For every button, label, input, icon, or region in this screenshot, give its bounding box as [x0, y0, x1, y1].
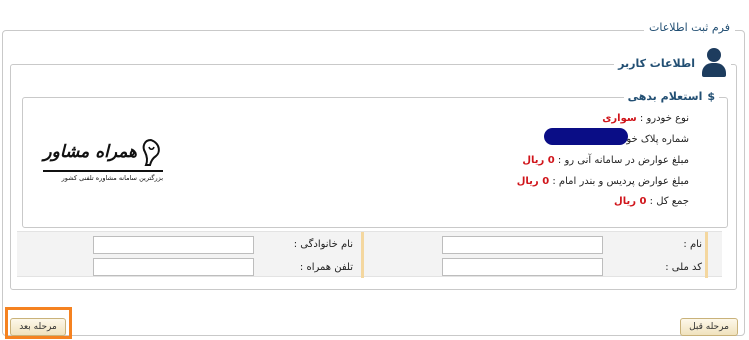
mobile-label: تلفن همراه : [299, 262, 353, 273]
total-row: جمع کل : 0 ریال [614, 196, 689, 207]
column-separator [361, 232, 364, 278]
anirou-toll-row: مبلغ عوارض در سامانه آنی رو : 0 ریال [522, 155, 689, 166]
pardis-toll-label: مبلغ عوارض پردیس و بندر امام : [552, 176, 689, 187]
last-name-label: نام خانوادگی : [293, 239, 353, 250]
total-value: 0 ریال [614, 196, 647, 207]
total-label: جمع کل : [649, 196, 689, 207]
dollar-icon: $ [707, 90, 715, 103]
mobile-input[interactable] [93, 258, 254, 276]
vehicle-type-label: نوع خودرو : [639, 113, 689, 124]
user-info-legend: اطلاعات کاربر [614, 48, 731, 78]
first-name-label: نام : [683, 239, 702, 250]
national-code-input[interactable] [442, 258, 603, 276]
debt-inquiry-legend: استعلام بدهی $ [623, 90, 719, 103]
national-code-label: کد ملی : [665, 262, 702, 273]
previous-step-button[interactable]: مرحله قبل [680, 318, 738, 336]
logo-tagline: بزرگترین سامانه مشاوره تلفنی کشور [43, 170, 163, 182]
last-name-input[interactable] [93, 236, 254, 254]
hamrah-moshaver-logo: همراه مشاور بزرگترین سامانه مشاوره تلفنی… [43, 138, 163, 186]
column-separator [705, 232, 708, 278]
next-step-button[interactable]: مرحله بعد [10, 318, 66, 336]
pardis-toll-value: 0 ریال [516, 176, 550, 187]
anirou-toll-label: مبلغ عوارض در سامانه آنی رو : [557, 155, 689, 166]
plate-number-redacted [544, 128, 628, 145]
user-info-title: اطلاعات کاربر [618, 56, 695, 70]
logo-brand-text: همراه مشاور [43, 142, 137, 162]
debt-inquiry-title: استعلام بدهی [627, 90, 703, 103]
vehicle-type-value: سواری [602, 113, 637, 124]
pardis-toll-row: مبلغ عوارض پردیس و بندر امام : 0 ریال [517, 176, 689, 187]
vehicle-type-row: نوع خودرو : سواری [602, 113, 689, 124]
logo-mark-icon [142, 138, 160, 166]
anirou-toll-value: 0 ریال [522, 155, 555, 166]
form-title: فرم ثبت اطلاعات [644, 21, 735, 34]
user-icon [701, 48, 727, 78]
first-name-input[interactable] [442, 236, 603, 254]
